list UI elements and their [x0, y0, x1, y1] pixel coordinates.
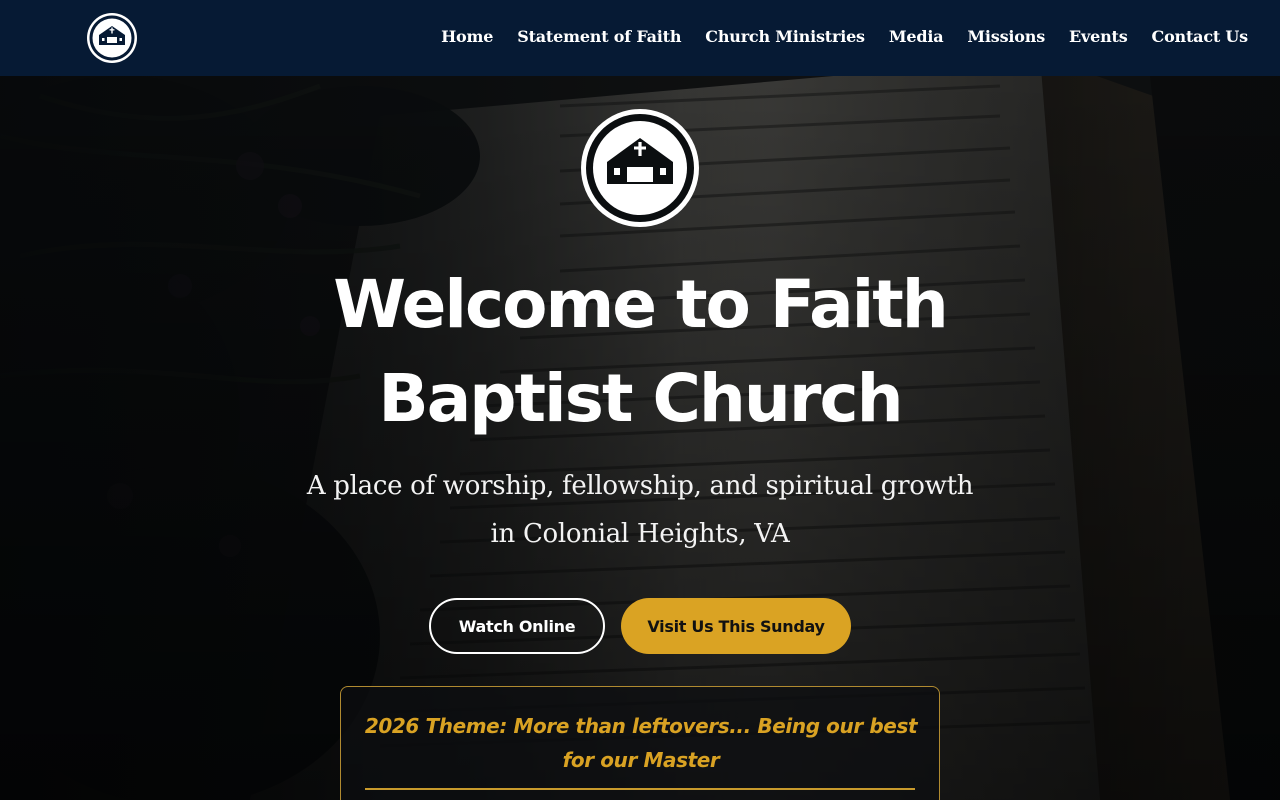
hero-section: Welcome to Faith Baptist Church A place …: [0, 76, 1280, 800]
nav-missions[interactable]: Missions: [967, 27, 1045, 46]
visit-us-button[interactable]: Visit Us This Sunday: [621, 598, 851, 654]
church-building-icon: [581, 109, 699, 227]
watch-online-button[interactable]: Watch Online: [429, 598, 605, 654]
main-nav: Home Statement of Faith Church Ministrie…: [441, 0, 1248, 72]
hero-subtitle-line1: A place of worship, fellowship, and spir…: [306, 471, 974, 501]
nav-church-ministries[interactable]: Church Ministries: [705, 27, 865, 46]
church-logo-icon[interactable]: [86, 12, 138, 64]
hero-content: Welcome to Faith Baptist Church A place …: [0, 76, 1280, 800]
site-header: Home Statement of Faith Church Ministrie…: [0, 0, 1280, 76]
nav-statement-of-faith[interactable]: Statement of Faith: [517, 27, 681, 46]
theme-divider: [365, 788, 915, 790]
theme-card: 2026 Theme: More than leftovers... Being…: [340, 686, 940, 800]
hero-subtitle: A place of worship, fellowship, and spir…: [290, 462, 990, 558]
hero-title-line2: Baptist Church: [378, 360, 903, 437]
hero-title: Welcome to Faith Baptist Church: [240, 258, 1040, 446]
nav-contact-us[interactable]: Contact Us: [1152, 27, 1249, 46]
theme-line1: 2026 Theme: More than leftovers... Being…: [364, 714, 918, 738]
nav-events[interactable]: Events: [1069, 27, 1128, 46]
hero-subtitle-line2: in Colonial Heights, VA: [490, 519, 790, 549]
nav-media[interactable]: Media: [889, 27, 944, 46]
nav-home[interactable]: Home: [441, 27, 493, 46]
theme-line2: for our Master: [562, 748, 720, 772]
hero-title-line1: Welcome to Faith: [333, 266, 949, 343]
theme-text: 2026 Theme: More than leftovers... Being…: [361, 709, 921, 777]
